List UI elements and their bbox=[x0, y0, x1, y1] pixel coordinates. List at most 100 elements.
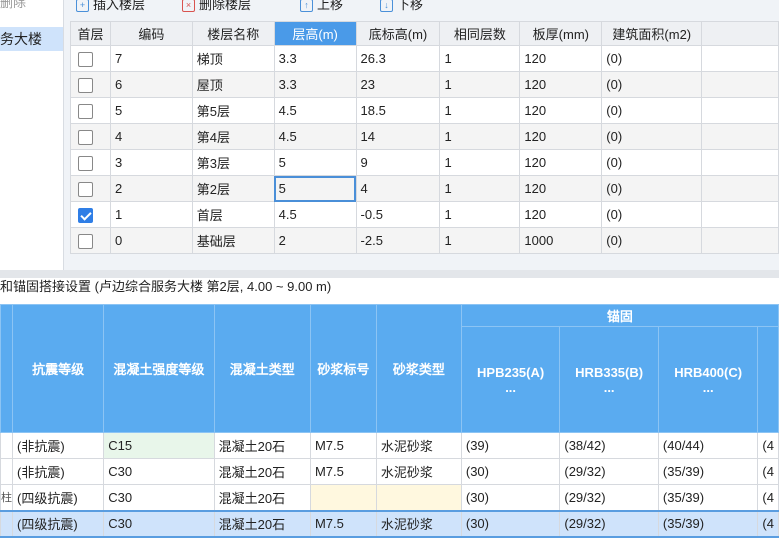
mortar-grade-cell[interactable]: M7.5 bbox=[309, 509, 377, 538]
first-floor-checkbox[interactable] bbox=[78, 129, 93, 145]
hrb400-cell[interactable]: (40/44) bbox=[657, 432, 759, 459]
floor-code-cell[interactable]: 1 bbox=[109, 201, 193, 228]
first-floor-cell[interactable] bbox=[70, 201, 111, 228]
floor-height-cell[interactable]: 4.5 bbox=[273, 123, 357, 150]
floor-code-cell[interactable]: 7 bbox=[109, 45, 193, 72]
floor-row[interactable]: 3 第3层 5 9 1 120 (0) bbox=[70, 149, 779, 176]
slab-thickness-cell[interactable]: 120 bbox=[519, 71, 603, 98]
hpb235-cell[interactable]: (30) bbox=[460, 509, 561, 538]
move-down-button[interactable]: ↓ 下移 bbox=[380, 0, 423, 14]
slab-thickness-cell[interactable]: 120 bbox=[519, 123, 603, 150]
column-header-bottom-elevation[interactable]: 底标高(m) bbox=[355, 21, 441, 46]
column-header-first-floor[interactable]: 首层 bbox=[70, 21, 111, 46]
seismic-grade-cell[interactable]: (四级抗震) bbox=[11, 509, 105, 538]
building-area-cell[interactable]: (0) bbox=[601, 175, 703, 202]
column-header-hpb235[interactable]: HPB235(A)... bbox=[460, 326, 561, 433]
first-floor-checkbox[interactable] bbox=[78, 51, 93, 67]
floor-name-cell[interactable]: 第2层 bbox=[191, 175, 275, 202]
concrete-strength-cell[interactable]: C15 bbox=[103, 432, 215, 459]
column-header-building-area[interactable]: 建筑面积(m2) bbox=[601, 21, 703, 46]
column-header-mortar-type[interactable]: 砂浆类型 bbox=[375, 304, 462, 433]
hrb335-cell[interactable]: (38/42) bbox=[559, 432, 659, 459]
floor-row[interactable]: 7 梯顶 3.3 26.3 1 120 (0) bbox=[70, 45, 779, 72]
seismic-grade-cell[interactable]: (非抗震) bbox=[11, 458, 105, 485]
floor-name-cell[interactable]: 屋顶 bbox=[191, 71, 275, 98]
building-area-cell[interactable]: (0) bbox=[601, 227, 703, 254]
floor-code-cell[interactable]: 2 bbox=[109, 175, 193, 202]
insert-floor-button[interactable]: + 插入楼层 bbox=[76, 0, 145, 14]
hpb235-cell[interactable]: (30) bbox=[460, 484, 561, 511]
move-up-button[interactable]: ↑ 上移 bbox=[300, 0, 343, 14]
slab-thickness-cell[interactable]: 1000 bbox=[519, 227, 603, 254]
floor-height-cell[interactable]: 5 bbox=[273, 149, 357, 176]
floor-name-cell[interactable]: 第5层 bbox=[191, 97, 275, 124]
same-floor-count-cell[interactable]: 1 bbox=[439, 201, 521, 228]
floor-height-cell[interactable]: 3.3 bbox=[273, 71, 357, 98]
seismic-grade-cell[interactable]: (四级抗震) bbox=[11, 484, 105, 511]
bottom-elevation-cell[interactable]: 4 bbox=[355, 175, 441, 202]
column-header-floor-name[interactable]: 楼层名称 bbox=[191, 21, 275, 46]
concrete-strength-cell[interactable]: C30 bbox=[103, 458, 215, 485]
anchor-row[interactable]: (非抗震) C30 混凝土20石 M7.5 水泥砂浆 (30) (29/32) (35/39)… bbox=[0, 458, 779, 485]
same-floor-count-cell[interactable]: 1 bbox=[439, 123, 521, 150]
slab-thickness-cell[interactable]: 120 bbox=[519, 45, 603, 72]
hrb400-cell[interactable]: (35/39) bbox=[657, 458, 759, 485]
anchor-row[interactable]: (非抗震) C15 混凝土20石 M7.5 水泥砂浆 (39) (38/42) (40/44)… bbox=[0, 432, 779, 459]
mortar-type-cell[interactable]: 水泥砂浆 bbox=[375, 432, 462, 459]
floor-height-cell[interactable]: 5 bbox=[273, 175, 357, 202]
hrb335-cell[interactable]: (29/32) bbox=[559, 458, 659, 485]
bottom-elevation-cell[interactable]: 14 bbox=[355, 123, 441, 150]
floor-name-cell[interactable]: 基础层 bbox=[191, 227, 275, 254]
first-floor-checkbox[interactable] bbox=[78, 103, 93, 119]
next-rebar-cell[interactable]: (4 bbox=[757, 458, 779, 485]
same-floor-count-cell[interactable]: 1 bbox=[439, 71, 521, 98]
mortar-type-cell[interactable] bbox=[375, 484, 462, 511]
mortar-type-cell[interactable]: 水泥砂浆 bbox=[375, 458, 462, 485]
next-rebar-cell[interactable]: (4 bbox=[757, 432, 779, 459]
floor-height-cell[interactable]: 2 bbox=[273, 227, 357, 254]
anchor-row[interactable]: (四级抗震) C30 混凝土20石 M7.5 水泥砂浆 (30) (29/32) (35/39… bbox=[0, 509, 779, 538]
floor-name-cell[interactable]: 第3层 bbox=[191, 149, 275, 176]
same-floor-count-cell[interactable]: 1 bbox=[439, 45, 521, 72]
building-area-cell[interactable]: (0) bbox=[601, 201, 703, 228]
column-header-concrete-type[interactable]: 混凝土类型 bbox=[213, 304, 311, 433]
floor-code-cell[interactable]: 4 bbox=[109, 123, 193, 150]
bottom-elevation-cell[interactable]: 23 bbox=[355, 71, 441, 98]
mortar-grade-cell[interactable]: M7.5 bbox=[309, 458, 377, 485]
first-floor-cell[interactable] bbox=[70, 175, 111, 202]
slab-thickness-cell[interactable]: 120 bbox=[519, 201, 603, 228]
project-tree-item[interactable]: 务大楼 bbox=[0, 27, 63, 51]
concrete-type-cell[interactable]: 混凝土20石 bbox=[213, 484, 311, 511]
column-header-same-floor-count[interactable]: 相同层数 bbox=[439, 21, 521, 46]
bottom-elevation-cell[interactable]: 26.3 bbox=[355, 45, 441, 72]
column-header-mortar-grade[interactable]: 砂浆标号 bbox=[309, 304, 377, 433]
column-header-hrb400[interactable]: HRB400(C)... bbox=[657, 326, 759, 433]
concrete-strength-cell[interactable]: C30 bbox=[103, 484, 215, 511]
first-floor-checkbox[interactable] bbox=[78, 181, 93, 197]
first-floor-cell[interactable] bbox=[70, 227, 111, 254]
slab-thickness-cell[interactable]: 120 bbox=[519, 97, 603, 124]
floor-row[interactable]: 5 第5层 4.5 18.5 1 120 (0) bbox=[70, 97, 779, 124]
first-floor-cell[interactable] bbox=[70, 71, 111, 98]
same-floor-count-cell[interactable]: 1 bbox=[439, 175, 521, 202]
first-floor-checkbox[interactable] bbox=[78, 233, 93, 249]
hrb400-cell[interactable]: (35/39) bbox=[657, 484, 759, 511]
floor-row[interactable]: 1 首层 4.5 -0.5 1 120 (0) bbox=[70, 201, 779, 228]
same-floor-count-cell[interactable]: 1 bbox=[439, 227, 521, 254]
mortar-grade-cell[interactable] bbox=[309, 484, 377, 511]
floor-row[interactable]: 6 屋顶 3.3 23 1 120 (0) bbox=[70, 71, 779, 98]
column-header-floor-height[interactable]: 层高(m) bbox=[273, 21, 357, 46]
panel-divider[interactable] bbox=[0, 270, 779, 278]
column-header-code[interactable]: 编码 bbox=[109, 21, 193, 46]
column-header-hrb335[interactable]: HRB335(B)... bbox=[559, 326, 659, 433]
same-floor-count-cell[interactable]: 1 bbox=[439, 97, 521, 124]
hpb235-cell[interactable]: (39) bbox=[460, 432, 561, 459]
floor-code-cell[interactable]: 6 bbox=[109, 71, 193, 98]
first-floor-cell[interactable] bbox=[70, 149, 111, 176]
mortar-grade-cell[interactable]: M7.5 bbox=[309, 432, 377, 459]
floor-name-cell[interactable]: 梯顶 bbox=[191, 45, 275, 72]
delete-project-button[interactable]: 删除 bbox=[0, 0, 26, 12]
floor-code-cell[interactable]: 5 bbox=[109, 97, 193, 124]
first-floor-checkbox[interactable] bbox=[78, 77, 93, 93]
bottom-elevation-cell[interactable]: 9 bbox=[355, 149, 441, 176]
